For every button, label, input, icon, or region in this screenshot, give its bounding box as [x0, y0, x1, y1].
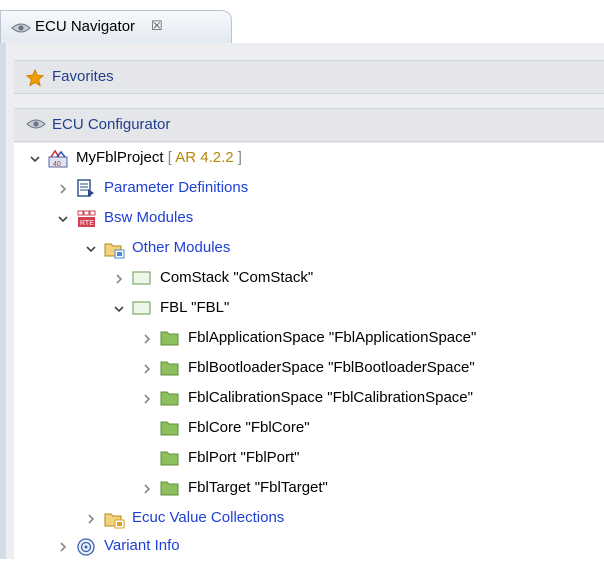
project-icon: 40 [48, 149, 70, 173]
section-favorites[interactable]: Favorites [14, 60, 604, 94]
section-label-favorites: Favorites [52, 68, 114, 85]
chevron-right-icon[interactable] [140, 482, 154, 496]
folder-icon [160, 419, 180, 441]
folder-icon [160, 449, 180, 471]
tree-label: Other Modules [132, 239, 231, 256]
project-name: MyFblProject [76, 149, 164, 166]
section-ecu-configurator[interactable]: ECU Configurator [14, 108, 604, 142]
chevron-right-icon[interactable] [140, 362, 154, 376]
folder-icon [160, 389, 180, 411]
chevron-down-icon[interactable] [56, 212, 70, 226]
parameter-definitions-icon [76, 179, 96, 203]
section-label-ecu-configurator: ECU Configurator [52, 116, 171, 133]
configurator-eye-icon [26, 117, 46, 135]
tree-label: Ecuc Value Collections [132, 509, 285, 526]
tree-pane [14, 143, 604, 559]
folder-icon [160, 329, 180, 351]
navigator-eye-icon [11, 21, 31, 39]
variant-info-icon [76, 537, 96, 561]
tree-label: Bsw Modules [104, 209, 194, 226]
bsw-modules-icon: RTE [76, 209, 98, 233]
tree-label: FblPort "FblPort" [188, 449, 300, 466]
folder-collection-icon [104, 509, 126, 533]
tree-label: FblCore "FblCore" [188, 419, 310, 436]
chevron-right-icon[interactable] [84, 512, 98, 526]
folder-module-icon [104, 239, 126, 263]
svg-text:40: 40 [53, 161, 61, 168]
chevron-right-icon[interactable] [56, 182, 70, 196]
tree-label: FblTarget "FblTarget" [188, 479, 328, 496]
chevron-down-icon[interactable] [28, 152, 42, 166]
tab-ecu-navigator[interactable]: ECU Navigator ☒ [0, 10, 232, 44]
chevron-right-icon[interactable] [140, 392, 154, 406]
tree-label: Variant Info [104, 537, 180, 554]
chevron-down-icon[interactable] [84, 242, 98, 256]
tab-close-icon[interactable]: ☒ [151, 18, 163, 34]
version-bracket-open: [ [163, 149, 176, 166]
chevron-right-icon[interactable] [140, 332, 154, 346]
tree-label: FBL "FBL" [160, 299, 230, 316]
tab-title: ECU Navigator [35, 18, 136, 35]
folder-icon [160, 359, 180, 381]
tree-label: FblApplicationSpace "FblApplicationSpace… [188, 329, 477, 346]
view-tab-bar: ECU Navigator ☒ [0, 0, 604, 44]
tree-label: FblCalibrationSpace "FblCalibrationSpace… [188, 389, 473, 406]
svg-text:RTE: RTE [80, 220, 94, 227]
module-container-icon [132, 299, 152, 321]
star-icon [25, 68, 45, 91]
version-bracket-close: ] [233, 149, 242, 166]
chevron-down-icon[interactable] [112, 302, 126, 316]
ar-version: AR 4.2.2 [175, 149, 234, 166]
folder-icon [160, 479, 180, 501]
tree-label: ComStack "ComStack" [160, 269, 314, 286]
chevron-right-icon[interactable] [112, 272, 126, 286]
tree-label: Parameter Definitions [104, 179, 249, 196]
tree-label: FblBootloaderSpace "FblBootloaderSpace" [188, 359, 475, 376]
module-container-icon [132, 269, 152, 291]
chevron-right-icon[interactable] [56, 540, 70, 554]
